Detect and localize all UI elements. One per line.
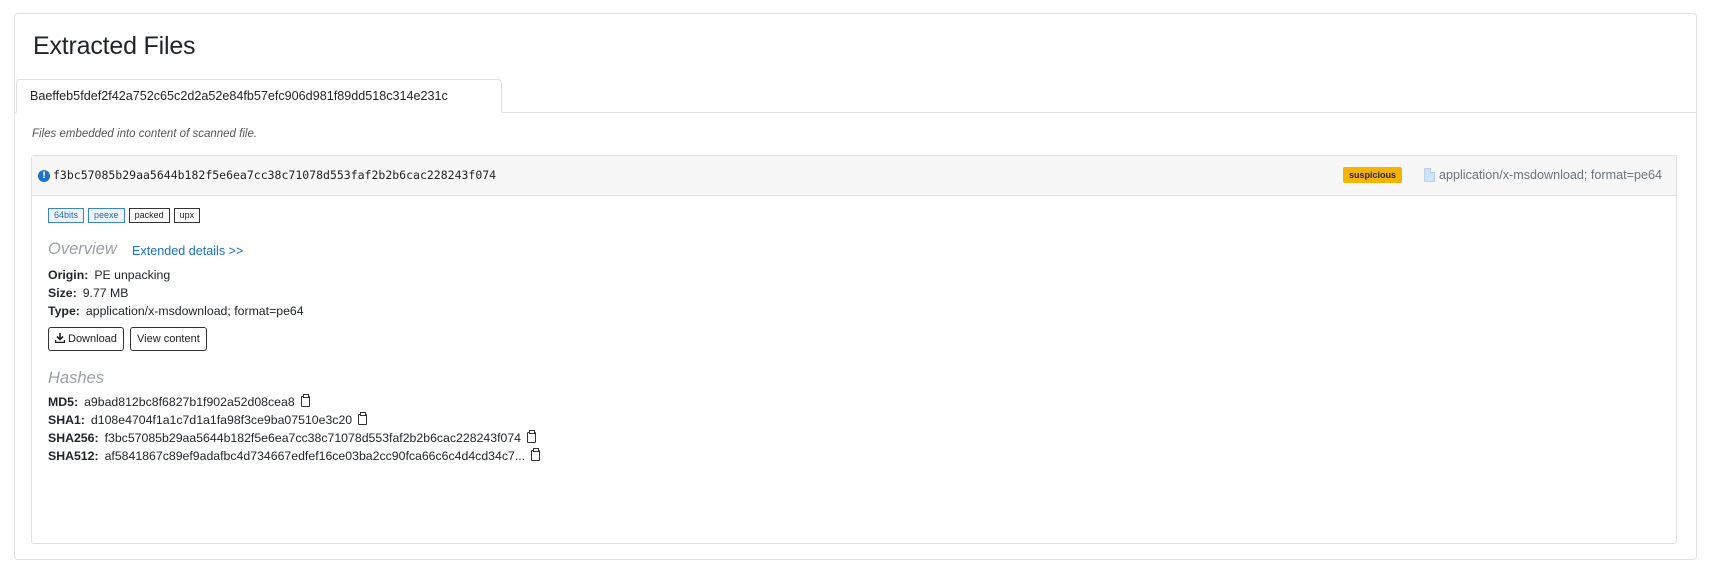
origin-value: PE unpacking	[94, 268, 171, 282]
overview-title: Overview	[48, 240, 117, 258]
sha256-value: f3bc57085b29aa5644b182f5e6ea7cc38c71078d…	[104, 431, 522, 445]
origin-label: Origin:	[48, 268, 89, 282]
sha512-row: SHA512: af5841867c89ef9adafbc4d734667edfe…	[48, 448, 541, 463]
panel-header[interactable]: ! f3bc57085b29aa5644b182f5e6ea7cc38c7107…	[32, 156, 1676, 196]
size-label: Size:	[48, 286, 77, 300]
tag-upx[interactable]: upx	[173, 208, 201, 223]
extracted-file-panel: ! f3bc57085b29aa5644b182f5e6ea7cc38c7107…	[31, 155, 1677, 544]
sha256-label: SHA256:	[48, 431, 99, 445]
md5-label: MD5:	[48, 395, 79, 409]
card-title: Extracted Files	[33, 32, 196, 60]
tab-description: Files embedded into content of scanned f…	[32, 128, 258, 140]
download-label: Download	[68, 333, 117, 345]
size-row: Size: 9.77 MB	[48, 286, 129, 300]
tag-packed[interactable]: packed	[128, 208, 170, 223]
tab-file-hash[interactable]: Baeffeb5fdef2f42a752c65c2d2a52e84fb57efc…	[16, 79, 502, 113]
tag-peexe[interactable]: peexe	[88, 208, 125, 223]
tag-list: 64bits peexe packed upx	[48, 208, 204, 226]
copy-sha1-icon[interactable]	[358, 412, 368, 425]
extended-details-link[interactable]: Extended details >>	[132, 244, 243, 258]
copy-md5-icon[interactable]	[300, 394, 310, 407]
verdict-badge: suspicious	[1343, 167, 1403, 183]
type-label: Type:	[48, 304, 80, 318]
type-row: Type: application/x-msdownload; format=pe…	[48, 304, 304, 318]
copy-sha512-icon[interactable]	[531, 448, 541, 461]
file-icon	[1424, 168, 1435, 182]
tag-64bits[interactable]: 64bits	[48, 208, 85, 223]
sha1-label: SHA1:	[48, 413, 85, 427]
download-button[interactable]: Download	[48, 327, 124, 351]
md5-row: MD5: a9bad812bc8f6827b1f902a52d08cea8	[48, 394, 310, 409]
download-icon	[55, 333, 65, 343]
info-circle-icon: !	[38, 170, 50, 182]
hashes-title: Hashes	[48, 369, 104, 387]
sha256-row: SHA256: f3bc57085b29aa5644b182f5e6ea7cc38…	[48, 430, 537, 445]
sha1-value: d108e4704f1a1c7d1a1fa98f3ce9ba07510e3c20	[90, 413, 353, 427]
view-content-button[interactable]: View content	[130, 327, 207, 351]
extracted-files-card: Extracted Files Baeffeb5fdef2f42a752c65c…	[14, 13, 1697, 560]
size-value: 9.77 MB	[82, 286, 129, 300]
file-mime: application/x-msdownload; format=pe64	[1439, 168, 1662, 182]
origin-row: Origin: PE unpacking	[48, 268, 170, 282]
type-value: application/x-msdownload; format=pe64	[85, 304, 304, 318]
sha1-row: SHA1: d108e4704f1a1c7d1a1fa98f3ce9ba07510…	[48, 412, 368, 427]
sha512-value: af5841867c89ef9adafbc4d734667edfef16ce03…	[104, 449, 526, 463]
copy-sha256-icon[interactable]	[527, 430, 537, 443]
sha512-label: SHA512:	[48, 449, 99, 463]
md5-value: a9bad812bc8f6827b1f902a52d08cea8	[84, 395, 295, 409]
file-hash: f3bc57085b29aa5644b182f5e6ea7cc38c71078d…	[53, 168, 497, 182]
